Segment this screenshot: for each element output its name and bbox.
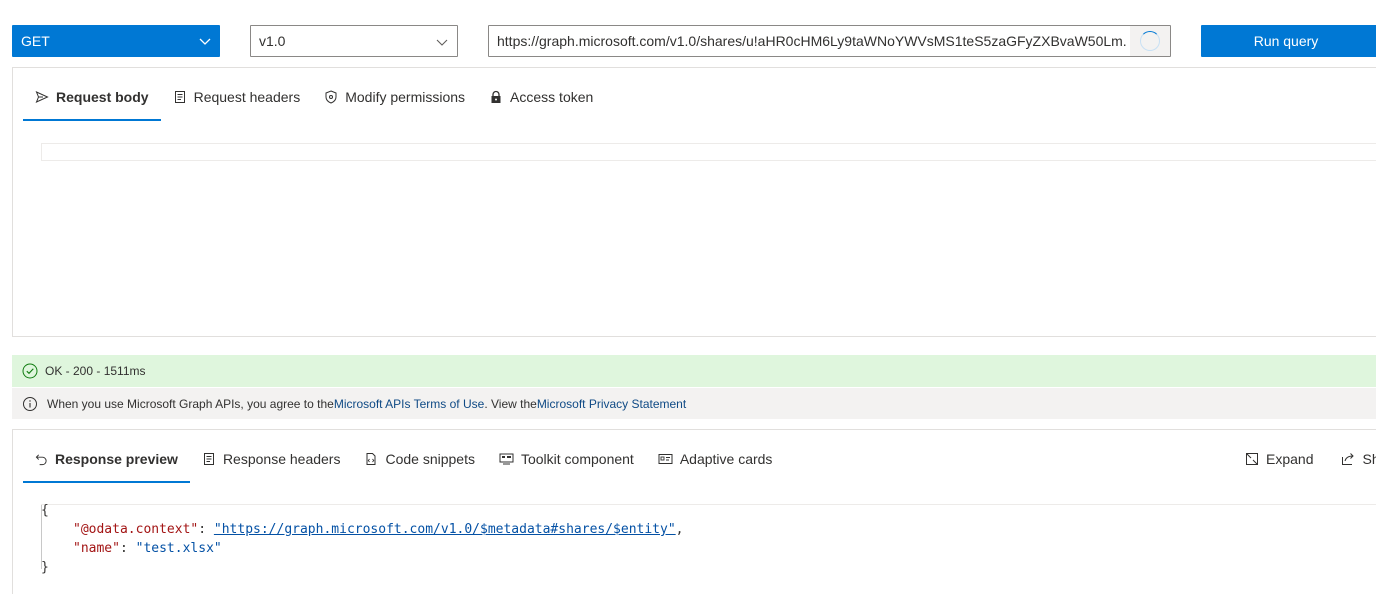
json-open-brace: { [41,503,49,518]
query-url-input[interactable]: https://graph.microsoft.com/v1.0/shares/… [488,25,1171,57]
http-method-value: GET [21,33,50,49]
json-line: "@odata.context": "https://graph.microso… [73,522,684,537]
json-value: "test.xlsx" [135,541,222,556]
json-line: "name": "test.xlsx" [73,541,222,556]
expand-icon [1245,452,1259,466]
info-text-middle: . View the [484,396,537,411]
privacy-statement-link[interactable]: Microsoft Privacy Statement [537,397,686,411]
tab-request-body[interactable]: Request body [23,73,161,121]
expand-button[interactable]: Expand [1245,435,1327,483]
response-tabs: Response preview Response headers Code s… [23,435,784,483]
info-text-prefix: When you use Microsoft Graph APIs, you a… [47,396,334,411]
share-button[interactable]: Share [1341,435,1376,483]
tab-label: Response headers [222,451,341,467]
status-success-bar: OK - 200 - 1511ms [12,355,1376,387]
response-json-viewer[interactable]: { "@odata.context": "https://graph.micro… [41,503,1376,594]
document-icon [173,90,187,104]
json-key: "@odata.context" [73,522,199,537]
tab-label: Response preview [55,451,178,467]
tab-label: Adaptive cards [679,451,773,467]
json-value-link[interactable]: "https://graph.microsoft.com/v1.0/$metad… [214,522,676,537]
terms-info-bar: When you use Microsoft Graph APIs, you a… [12,388,1376,419]
version-dropdown[interactable]: v1.0 [250,25,458,57]
run-query-button[interactable]: Run query [1201,25,1376,57]
json-key: "name" [73,541,120,556]
tab-code-snippets[interactable]: Code snippets [352,435,487,483]
share-icon [1341,452,1355,466]
document-icon [202,452,216,466]
send-icon [35,90,49,104]
loading-indicator [1130,26,1170,56]
shield-icon [324,90,338,104]
checkmark-circle-icon [22,363,38,379]
share-label: Share [1362,451,1376,467]
tab-response-preview[interactable]: Response preview [23,435,190,483]
tab-label: Toolkit component [520,451,634,467]
expand-label: Expand [1266,451,1314,467]
undo-icon [35,453,48,466]
response-actions: Expand Share [1245,435,1376,483]
toolkit-icon [499,452,514,466]
chevron-down-icon [436,39,448,46]
http-method-dropdown[interactable]: GET [12,25,220,57]
tab-label: Request headers [193,89,301,105]
query-url-text[interactable]: https://graph.microsoft.com/v1.0/shares/… [497,33,1127,49]
tab-response-headers[interactable]: Response headers [190,435,353,483]
tab-label: Access token [510,89,594,105]
code-icon [364,452,378,466]
tab-toolkit-component[interactable]: Toolkit component [487,435,646,483]
run-query-label: Run query [1253,33,1319,49]
json-close-brace: } [41,560,49,575]
request-body-editor[interactable] [41,143,1376,161]
info-icon [22,396,38,412]
lock-icon [489,90,503,104]
chevron-down-icon [199,38,211,45]
status-text: OK - 200 - 1511ms [45,364,146,378]
version-value: v1.0 [259,33,286,49]
tab-request-headers[interactable]: Request headers [161,73,313,121]
tab-access-token[interactable]: Access token [477,73,605,121]
spinner-icon [1140,31,1160,51]
tab-modify-permissions[interactable]: Modify permissions [312,73,477,121]
response-panel: Response preview Response headers Code s… [12,429,1376,594]
tab-label: Request body [56,89,149,105]
tab-label: Code snippets [385,451,475,467]
tab-adaptive-cards[interactable]: Adaptive cards [646,435,785,483]
terms-of-use-link[interactable]: Microsoft APIs Terms of Use [334,397,485,411]
request-panel: Request body Request headers Modify perm… [12,67,1376,337]
card-icon [658,452,673,466]
tab-label: Modify permissions [345,89,466,105]
request-tabs: Request body Request headers Modify perm… [23,73,605,121]
